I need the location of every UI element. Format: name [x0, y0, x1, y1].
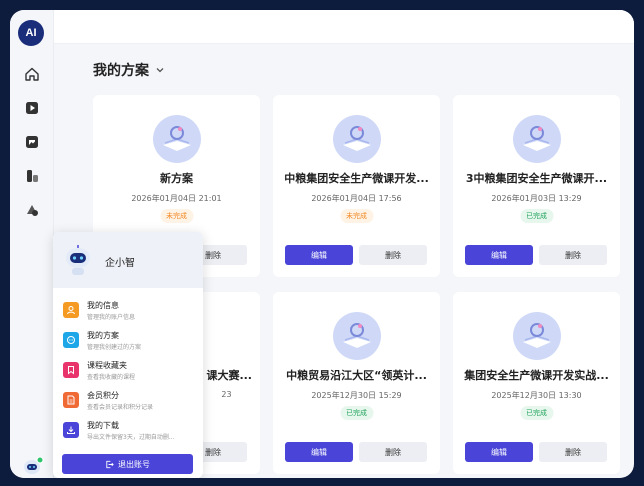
plan-date: 23 [221, 390, 232, 399]
menu-item-my-info[interactable]: 我的信息 管理我的账户信息 [61, 298, 197, 326]
plan-date: 2025年12月30日 15:29 [311, 391, 402, 400]
plan-title: 中粮贸易沿江大区“领英计... [286, 369, 427, 382]
menu-item-member-points[interactable]: 会员积分 查看会员记录和积分记录 [61, 388, 197, 416]
chat-icon [63, 332, 79, 348]
plan-thumbnail-icon [513, 312, 561, 360]
robot-avatar-icon [66, 245, 90, 275]
user-icon [63, 302, 79, 318]
plan-card[interactable]: 中粮集团安全生产微课开发... 2026年01月04日 17:56 未完成 编辑… [273, 95, 440, 277]
page-title-dropdown[interactable]: 我的方案 [93, 60, 165, 80]
logout-label: 退出账号 [118, 459, 150, 469]
delete-button[interactable]: 删除 [539, 442, 607, 462]
top-bar [54, 10, 634, 44]
video-icon[interactable] [24, 100, 40, 116]
delete-button[interactable]: 删除 [539, 245, 607, 265]
document-icon [63, 392, 79, 408]
plan-card[interactable]: 3中粮集团安全生产微课开... 2026年01月03日 13:29 已完成 编辑… [453, 95, 620, 277]
plan-thumbnail-icon [333, 312, 381, 360]
plan-title: 3中粮集团安全生产微课开... [465, 172, 608, 185]
app-logo[interactable]: AI [18, 20, 44, 46]
logout-button[interactable]: 退出账号 [62, 454, 193, 474]
menu-item-course-favorites[interactable]: 课程收藏夹 查看我收藏的课程 [61, 358, 197, 386]
plan-date: 2026年01月03日 13:29 [491, 194, 582, 203]
menu-item-title: 我的方案 [87, 331, 119, 340]
menu-item-my-downloads[interactable]: 我的下载 导出文件保留3天，过期自动删... [61, 418, 197, 446]
user-menu-popup: 企小智 我的信息 管理我的账户信息 我的方案 管理我创建过的方案 课程收藏夹 查… [53, 232, 203, 478]
menu-item-title: 课程收藏夹 [87, 361, 127, 370]
plan-date: 2025年12月30日 13:30 [491, 391, 582, 400]
download-icon [63, 422, 79, 438]
menu-item-title: 会员积分 [87, 391, 119, 400]
edit-button[interactable]: 编辑 [285, 442, 353, 462]
plan-thumbnail-icon [333, 115, 381, 163]
status-badge: 已完成 [340, 406, 373, 420]
plan-date: 2026年01月04日 17:56 [311, 194, 402, 203]
plan-title: 新方案 [160, 172, 193, 185]
delete-button[interactable]: 删除 [359, 245, 427, 265]
edit-button[interactable]: 编辑 [465, 442, 533, 462]
tools-icon[interactable] [24, 168, 40, 184]
status-badge: 未完成 [340, 209, 373, 223]
delete-button[interactable]: 删除 [359, 442, 427, 462]
sidebar: AI [10, 10, 54, 478]
plan-title: 集团安全生产微课开发实战... [464, 369, 609, 382]
menu-item-subtitle: 查看会员记录和积分记录 [87, 404, 154, 411]
cloud-icon[interactable] [24, 202, 40, 218]
image-icon[interactable] [24, 134, 40, 150]
menu-item-my-plans[interactable]: 我的方案 管理我创建过的方案 [61, 328, 197, 356]
menu-item-subtitle: 管理我创建过的方案 [87, 344, 142, 351]
menu-item-subtitle: 管理我的账户信息 [87, 314, 136, 321]
status-badge: 已完成 [520, 406, 553, 420]
logout-icon [106, 460, 114, 468]
plan-thumbnail-icon [513, 115, 561, 163]
edit-button[interactable]: 编辑 [285, 245, 353, 265]
user-avatar[interactable] [22, 456, 44, 476]
home-icon[interactable] [24, 66, 40, 82]
edit-button[interactable]: 编辑 [465, 245, 533, 265]
menu-item-subtitle: 导出文件保留3天，过期自动删... [87, 434, 175, 441]
plan-card[interactable]: 中粮贸易沿江大区“领英计... 2025年12月30日 15:29 已完成 编辑… [273, 292, 440, 474]
plan-card[interactable]: 集团安全生产微课开发实战... 2025年12月30日 13:30 已完成 编辑… [453, 292, 620, 474]
status-badge: 已完成 [520, 209, 553, 223]
page-title: 我的方案 [93, 63, 149, 79]
chevron-down-icon [156, 68, 164, 73]
app-window: AI 我的方案 新方案 2026年01月04日 21:01 未完成 删除 中粮集… [10, 10, 634, 478]
menu-item-title: 我的下载 [87, 421, 119, 430]
status-badge: 未完成 [160, 209, 193, 223]
user-name: 企小智 [105, 258, 135, 269]
bookmark-icon [63, 362, 79, 378]
menu-item-title: 我的信息 [87, 301, 119, 310]
plan-thumbnail-icon [153, 115, 201, 163]
menu-item-subtitle: 查看我收藏的课程 [87, 374, 136, 381]
user-menu-header: 企小智 [53, 232, 203, 288]
plan-date: 2026年01月04日 21:01 [131, 194, 222, 203]
plan-title: 中粮集团安全生产微课开发... [284, 172, 429, 185]
